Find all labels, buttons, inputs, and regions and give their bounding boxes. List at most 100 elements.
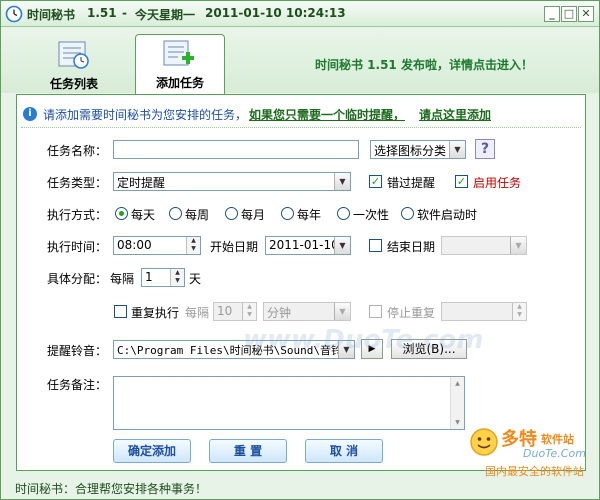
title-separator: - [122,6,127,20]
mode-monthly-label: 每月 [241,208,266,222]
icon-category-select[interactable]: 选择图标分类 ▼ [370,140,466,159]
status-bar: 时间秘书：合理帮您安排各种事务！ [1,477,599,499]
mode-weekly-label: 每周 [185,208,210,222]
allocation-label: 具体分配： [47,272,108,286]
scroll-down-icon: ▼ [455,419,460,426]
info-text: 请添加需要时间秘书为您安排的任务， [43,108,248,122]
divider [21,127,581,128]
tab-task-list[interactable]: 任务列表 [31,36,117,93]
add-task-icon [163,40,194,66]
task-list-icon [58,41,89,69]
enable-task-checkbox[interactable]: ✓ [455,175,468,188]
missed-remind-label: 错过提醒 [387,176,436,190]
mode-startup-label: 软件启动时 [417,208,478,222]
watermark-text: www.DuoTe.com [243,325,484,355]
help-icon[interactable]: ? [475,139,495,159]
mode-yearly-label: 每年 [297,208,322,222]
enable-task-label: 启用任务 [473,176,522,190]
temporary-reminder-link[interactable]: 如果您只需要一个临时提醒， [249,106,405,123]
mode-once-radio[interactable] [337,207,350,220]
tab-add-task[interactable]: 添加任务 [135,34,225,94]
title-weekday: 今天星期一 [135,8,196,22]
days-unit-label: 天 [189,272,202,286]
app-window: 时间秘书 1.51 - 今天星期一 2011-01-10 10:24:13 _ … [0,0,600,500]
task-note-textarea[interactable]: ▲ ▼ [113,376,465,430]
icon-category-value: 选择图标分类 [374,144,447,158]
toolbar: 任务列表 添加任务 时间秘书 1.51 发布啦，详情点击进入！ [1,28,599,94]
window-title: 时间秘书 [27,8,76,22]
tab-add-task-label: 添加任务 [155,76,204,90]
logo-slogan: 国内最安全的软件站 [485,465,584,478]
repeat-checkbox[interactable] [114,305,127,318]
missed-remind-checkbox[interactable]: ✓ [369,175,382,188]
chevron-down-icon: ▼ [510,237,526,254]
repeat-unit-value: 分钟 [267,306,292,320]
scroll-up-icon: ▲ [455,380,460,387]
window-version: 1.51 [87,6,117,20]
every-days-input[interactable]: 1 ▲ ▼ [141,268,185,287]
exec-time-label: 执行时间： [47,240,108,254]
promo-link[interactable]: 时间秘书 1.51 发布啦，详情点击进入！ [315,56,533,73]
add-here-link[interactable]: 请点这里添加 [419,106,491,123]
task-type-select[interactable]: 定时提醒 ▼ [113,172,351,191]
start-date-value: 2011-01-10 [269,238,339,252]
maximize-button[interactable]: □ [561,6,577,22]
repeat-interval-value: 10 [217,304,233,318]
exec-time-value: 08:00 [117,238,152,252]
task-type-value: 定时提醒 [117,176,166,190]
info-icon: i [23,107,37,121]
duote-watermark-logo: 多特 软件站 DuoTe.Com 国内最安全的软件站 [469,425,597,478]
mode-yearly-radio[interactable] [281,207,294,220]
task-type-label: 任务类型： [47,176,108,190]
stop-repeat-label: 停止重复 [387,306,436,320]
info-bar: i 请添加需要时间秘书为您安排的任务， 如果您只需要一个临时提醒， 请点这里添加 [23,105,579,123]
add-task-panel: i 请添加需要时间秘书为您安排的任务， 如果您只需要一个临时提醒， 请点这里添加… [16,94,586,471]
mode-daily-radio[interactable] [115,207,128,220]
maximize-icon: □ [563,7,575,20]
stop-repeat-spinner[interactable]: ▲ ▼ [512,303,526,320]
exec-time-input[interactable]: 08:00 ▲ ▼ [113,236,201,255]
title-datetime: 2011-01-10 10:24:13 [205,6,346,20]
repeat-label: 重复执行 [131,306,180,320]
confirm-add-button[interactable]: 确定添加 [113,439,191,463]
mode-monthly-radio[interactable] [225,207,238,220]
end-date-label: 结束日期 [387,240,436,254]
minimize-button[interactable]: _ [544,6,560,22]
close-button[interactable]: ✕ [578,6,594,22]
note-scrollbar[interactable]: ▲ ▼ [450,377,464,429]
status-text: 时间秘书：合理帮您安排各种事务！ [15,482,208,496]
end-date-checkbox[interactable] [369,239,382,252]
mode-once-label: 一次性 [353,208,390,222]
ringtone-label: 提醒铃音： [47,344,108,358]
cancel-button[interactable]: 取 消 [305,439,383,463]
title-bar[interactable]: 时间秘书 1.51 - 今天星期一 2011-01-10 10:24:13 _ … [1,1,599,27]
reset-button[interactable]: 重 置 [209,439,287,463]
time-spinner[interactable]: ▲ ▼ [186,237,200,254]
mode-startup-radio[interactable] [401,207,414,220]
task-name-input[interactable] [113,140,359,159]
smiley-logo-icon [470,428,498,456]
tab-task-list-label: 任务列表 [49,77,98,91]
repeat-spinner[interactable]: ▲ ▼ [242,303,256,320]
repeat-interval-input[interactable]: 10 ▲ ▼ [213,302,257,321]
chevron-down-icon: ▼ [334,237,350,254]
days-spinner[interactable]: ▲ ▼ [170,269,184,286]
mode-weekly-radio[interactable] [169,207,182,220]
end-date-picker[interactable]: ▼ [441,236,527,255]
logo-subtitle: 软件站 [541,433,574,446]
every-days-value: 1 [145,270,153,284]
chevron-down-icon: ▼ [449,141,465,158]
chevron-down-icon: ▼ [334,173,350,190]
repeat-unit-select[interactable]: 分钟 ▼ [263,302,351,321]
task-note-label: 任务备注： [47,378,108,392]
exec-mode-label: 执行方式： [47,208,108,222]
stop-repeat-input[interactable]: ▲ ▼ [441,302,527,321]
stop-repeat-checkbox[interactable] [369,305,382,318]
logo-domain: DuoTe.Com [523,447,586,460]
every-label: 每隔 [110,272,135,286]
mode-daily-label: 每天 [131,208,156,222]
start-date-picker[interactable]: 2011-01-10 ▼ [265,236,351,255]
start-date-label: 开始日期 [210,240,259,254]
chevron-down-icon: ▼ [334,303,350,320]
minimize-icon: _ [549,7,555,20]
